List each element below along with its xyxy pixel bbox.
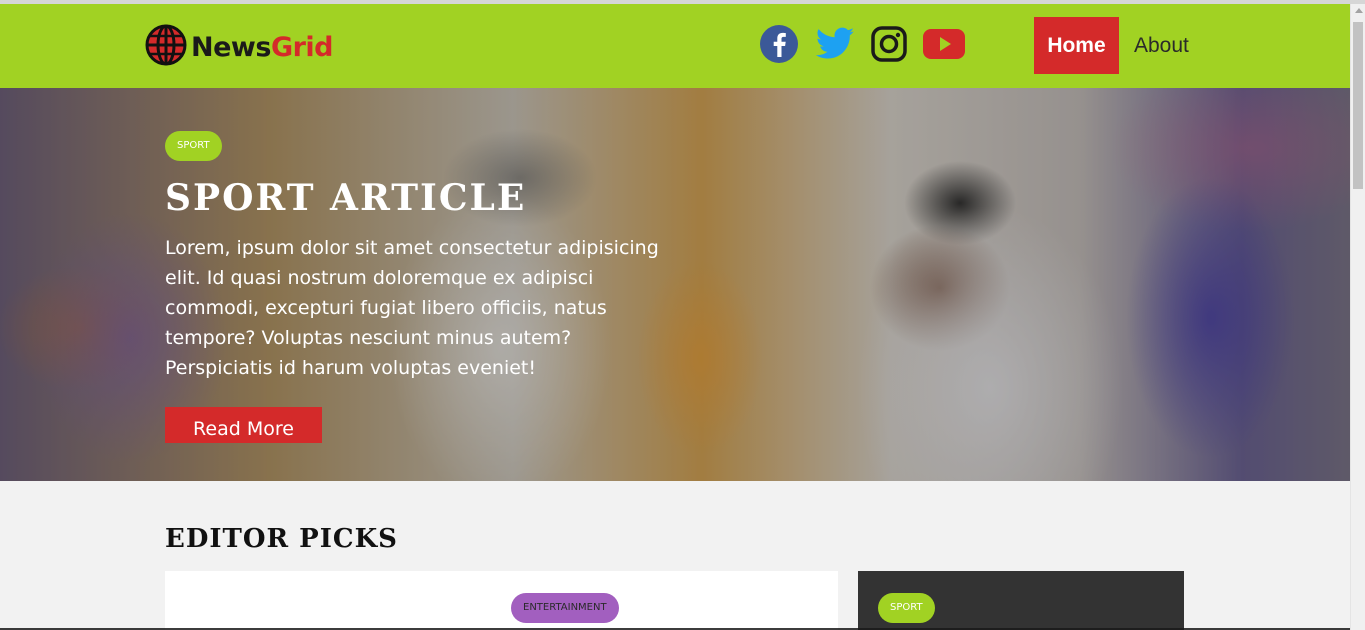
read-more-button[interactable]: Read More bbox=[165, 407, 322, 443]
logo-text-news: News bbox=[191, 31, 271, 63]
card-category-badge[interactable]: SPORT bbox=[878, 593, 935, 623]
scrollbar-thumb[interactable] bbox=[1353, 22, 1363, 189]
logo-text-grid: Grid bbox=[270, 31, 334, 63]
editor-pick-card-side[interactable]: SPORT bbox=[858, 571, 1184, 630]
hero-content: SPORT SPORT ARTICLE Lorem, ipsum dolor s… bbox=[165, 131, 685, 443]
nav-about-link[interactable]: About bbox=[1134, 34, 1189, 58]
logo-text: NewsGrid bbox=[191, 31, 334, 63]
social-links bbox=[759, 24, 981, 64]
instagram-icon[interactable] bbox=[871, 24, 907, 64]
site-logo[interactable]: NewsGrid bbox=[145, 24, 334, 70]
nav-home-link[interactable]: Home bbox=[1034, 17, 1119, 74]
youtube-icon[interactable] bbox=[923, 24, 965, 64]
twitter-icon[interactable] bbox=[815, 24, 855, 64]
editor-pick-card-main[interactable]: ENTERTAINMENT bbox=[165, 571, 838, 630]
hero-category-badge[interactable]: SPORT bbox=[165, 131, 222, 161]
main-nav: Home About bbox=[1034, 17, 1189, 74]
hero-title: SPORT ARTICLE bbox=[165, 177, 527, 219]
editor-picks-title: EDITOR PICKS bbox=[165, 524, 398, 554]
facebook-icon[interactable] bbox=[759, 24, 799, 64]
site-header: NewsGrid Home About bbox=[0, 4, 1350, 88]
card-category-badge[interactable]: ENTERTAINMENT bbox=[511, 593, 619, 623]
scroll-up-arrow-icon[interactable] bbox=[1355, 8, 1363, 13]
hero-banner: SPORT SPORT ARTICLE Lorem, ipsum dolor s… bbox=[0, 88, 1350, 481]
hero-excerpt: Lorem, ipsum dolor sit amet consectetur … bbox=[165, 237, 659, 379]
globe-icon bbox=[145, 24, 187, 70]
vertical-scrollbar[interactable] bbox=[1350, 4, 1365, 630]
